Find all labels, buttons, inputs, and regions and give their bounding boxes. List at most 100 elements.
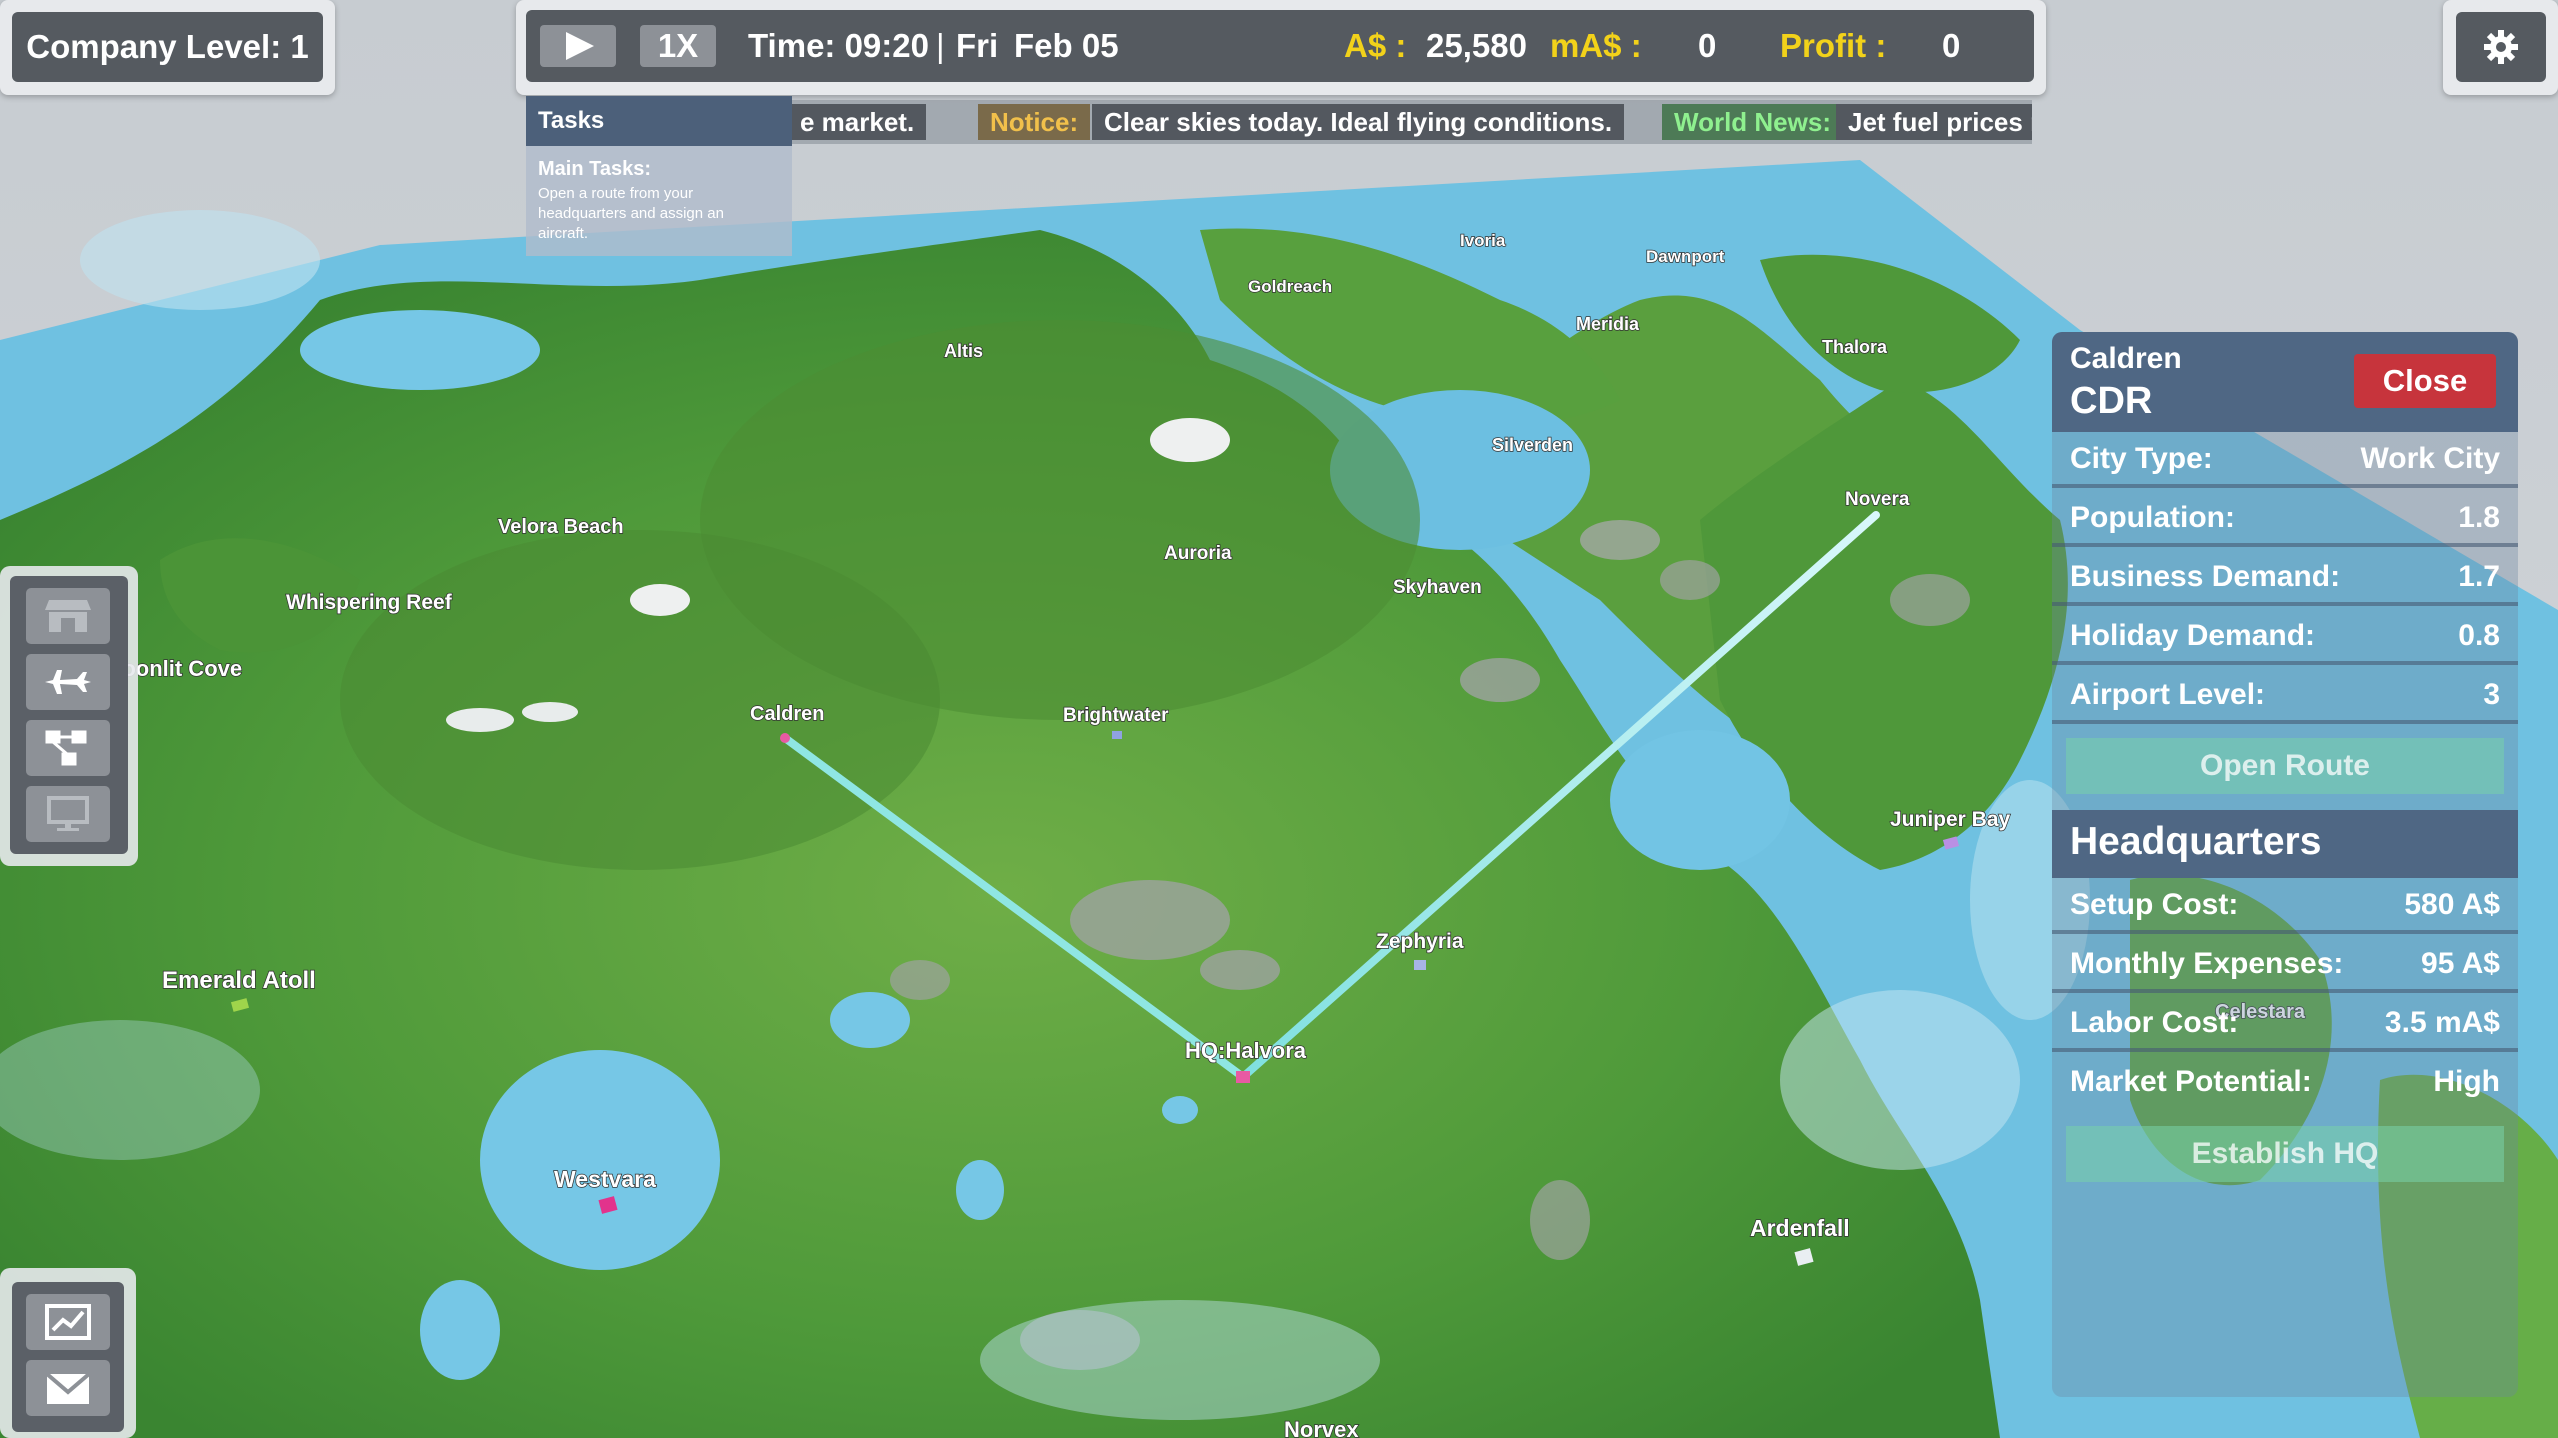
headquarters-title: Headquarters (2070, 820, 2322, 863)
bottom-toolbar (12, 1282, 124, 1432)
company-level: Company Level: 1 (12, 12, 323, 82)
aircraft-button[interactable] (26, 654, 110, 710)
headquarters-header: Headquarters (2052, 810, 2518, 878)
city-type-value: Work City (2360, 442, 2500, 475)
city-label-skyhaven: Skyhaven (1393, 577, 1482, 598)
left-toolbar (10, 576, 128, 854)
monthly-expenses-row: Monthly Expenses: 95 A$ (2052, 937, 2518, 993)
business-demand-value: 1.7 (2458, 560, 2500, 593)
city-label-ivoria: Ivoria (1460, 231, 1506, 250)
airport-level-label: Airport Level: (2070, 678, 2266, 711)
settings-button[interactable] (2456, 12, 2546, 82)
setup-cost-value: 580 A$ (2404, 888, 2500, 921)
city-marker-caldren (780, 733, 790, 743)
currency-label: A$ : (1344, 27, 1407, 64)
notice-text: Clear skies today. Ideal flying conditio… (1092, 104, 1625, 140)
route-network-icon (45, 730, 87, 766)
clock-time: Time: 09:20 (748, 27, 929, 64)
city-marker-halvora (1236, 1071, 1250, 1083)
chart-icon (45, 1304, 91, 1340)
city-label-altis: Altis (944, 341, 983, 361)
airport-level-value: 3 (2483, 678, 2500, 711)
monitor-button[interactable] (26, 786, 110, 842)
open-route-button[interactable]: Open Route (2066, 738, 2504, 794)
city-label-thalora: Thalora (1822, 337, 1888, 357)
business-demand-row: Business Demand: 1.7 (2052, 550, 2518, 606)
tasks-panel[interactable]: Tasks Main Tasks: Open a route from your… (526, 96, 792, 256)
mail-icon (45, 1372, 91, 1404)
labor-cost-value: 3.5 mA$ (2384, 1006, 2500, 1039)
setup-cost-label: Setup Cost: (2070, 888, 2239, 921)
settings-frame (2443, 0, 2558, 95)
clock-separator: | (936, 27, 945, 64)
population-value: 1.8 (2458, 501, 2500, 534)
city-marker-zephyria (1414, 960, 1426, 970)
world-news-text: Jet fuel prices r (1836, 104, 2032, 140)
holiday-demand-row: Holiday Demand: 0.8 (2052, 609, 2518, 665)
clock-day: Fri (956, 27, 999, 64)
market-potential-value: High (2433, 1065, 2500, 1098)
city-label-novera: Novera (1845, 489, 1910, 510)
macurrency-label: mA$ : (1550, 27, 1642, 64)
currency-value: 25,580 (1426, 27, 1527, 64)
city-label-auroria: Auroria (1164, 543, 1232, 564)
city-label-meridia: Meridia (1576, 314, 1640, 334)
monitor-icon (47, 796, 89, 831)
city-label-caldren: Caldren (750, 703, 824, 725)
city-info-panel: Caldren CDR Close City Type: Work City P… (2052, 332, 2518, 1397)
city-label-juniper-bay: Juniper Bay (1890, 808, 2011, 831)
city-label-ardenfall: Ardenfall (1750, 1215, 1850, 1241)
labor-cost-row: Labor Cost: 3.5 mA$ (2052, 996, 2518, 1052)
city-marker-brightwater (1112, 731, 1122, 739)
play-icon (566, 32, 594, 60)
city-label-brightwater: Brightwater (1063, 705, 1169, 726)
store-icon (45, 600, 91, 632)
speed-button[interactable]: 1X (640, 25, 716, 67)
population-row: Population: 1.8 (2052, 491, 2518, 547)
city-name: Caldren (2070, 342, 2182, 375)
holiday-demand-label: Holiday Demand: (2070, 619, 2316, 652)
labor-cost-label: Labor Cost: (2070, 1006, 2239, 1039)
notice-label: Notice: (978, 104, 1091, 140)
city-label-norvex: Norvex (1284, 1417, 1359, 1438)
statistics-button[interactable] (26, 1294, 110, 1350)
monthly-expenses-value: 95 A$ (2421, 947, 2500, 980)
city-label-silverden: Silverden (1492, 435, 1573, 455)
establish-hq-button[interactable]: Establish HQ (2066, 1126, 2504, 1182)
play-button[interactable] (540, 25, 616, 67)
macurrency-value: 0 (1698, 27, 1717, 64)
city-label-dawnport: Dawnport (1646, 247, 1725, 266)
profit-value: 0 (1942, 27, 1961, 64)
market-potential-row: Market Potential: High (2052, 1055, 2518, 1111)
airport-level-row: Airport Level: 3 (2052, 668, 2518, 724)
city-label-goldreach: Goldreach (1248, 277, 1332, 296)
topbar: 1X Time: 09:20 | Fri Feb 05 A$ : 25,580 … (526, 10, 2034, 82)
profit-label: Profit : (1780, 27, 1887, 64)
city-code: CDR (2070, 380, 2153, 422)
city-label-velora-beach: Velora Beach (498, 516, 624, 538)
city-type-label: City Type: (2070, 442, 2213, 475)
mail-button[interactable] (26, 1360, 110, 1416)
world-news-label: World News: (1662, 104, 1843, 140)
company-level-frame: Company Level: 1 (0, 0, 335, 95)
store-button[interactable] (26, 588, 110, 644)
business-demand-label: Business Demand: (2070, 560, 2341, 593)
tasks-title[interactable]: Tasks (526, 96, 792, 146)
monthly-expenses-label: Monthly Expenses: (2070, 947, 2344, 980)
gear-icon (2484, 30, 2518, 64)
city-info-header: Caldren CDR Close (2052, 332, 2518, 432)
airplane-icon (45, 670, 91, 694)
population-label: Population: (2070, 501, 2235, 534)
clock-date: Feb 05 (1014, 27, 1119, 64)
city-label-zephyria: Zephyria (1376, 930, 1464, 953)
close-button[interactable]: Close (2354, 354, 2496, 408)
tasks-description: Open a route from your headquarters and … (538, 185, 724, 242)
city-label-westvara: Westvara (554, 1166, 656, 1192)
left-toolbar-frame (0, 566, 138, 866)
ticker-tail-text: e market. (788, 104, 927, 140)
holiday-demand-value: 0.8 (2458, 619, 2500, 652)
route-network-button[interactable] (26, 720, 110, 776)
tasks-subtitle: Main Tasks: (538, 158, 651, 180)
market-potential-label: Market Potential: (2070, 1065, 2312, 1098)
city-type-row: City Type: Work City (2052, 432, 2518, 488)
